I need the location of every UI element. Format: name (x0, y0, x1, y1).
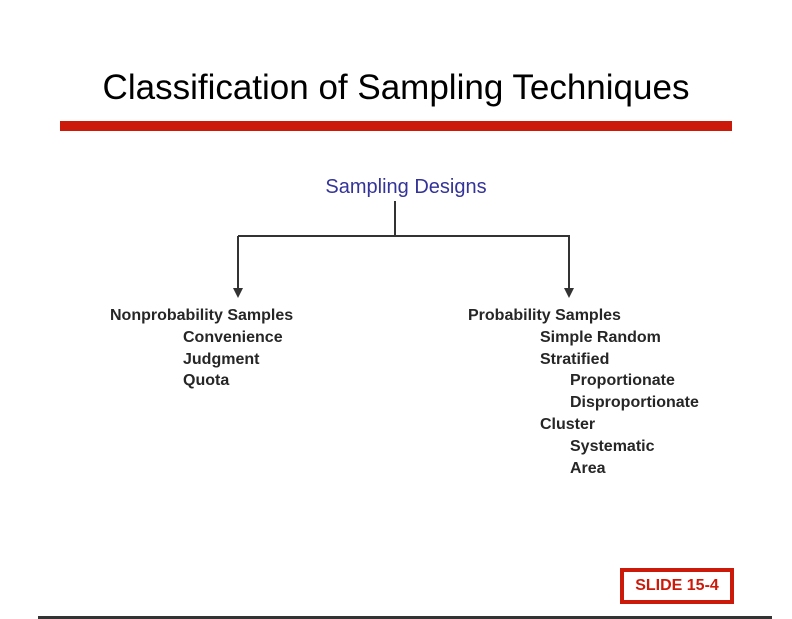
branch-heading: Nonprobability Samples (110, 307, 294, 324)
probability-branch: Probability Samples Simple Random Strati… (468, 305, 699, 479)
list-item-area: Area (570, 459, 606, 477)
right-arrow-head-icon (564, 288, 574, 298)
slide-number-badge: SLIDE 15-4 (620, 568, 734, 604)
list-item-quota: Quota (183, 372, 230, 390)
list-item-stratified: Stratified (540, 350, 610, 368)
nonprobability-branch: Nonprobability Samples Convenience Judgm… (110, 305, 293, 392)
list-item-systematic: Systematic (570, 437, 655, 455)
list-item-judgment: Judgment (183, 350, 260, 368)
list-item-cluster: Cluster (540, 415, 596, 433)
branch-heading: Probability Samples (468, 307, 621, 324)
list-item-convenience: Convenience (183, 328, 283, 346)
list-item-disproportionate: Disproportionate (570, 394, 699, 412)
list-item-proportionate: Proportionate (570, 372, 675, 390)
left-arrow-head-icon (233, 288, 243, 298)
list-item-simple-random: Simple Random (540, 328, 661, 346)
